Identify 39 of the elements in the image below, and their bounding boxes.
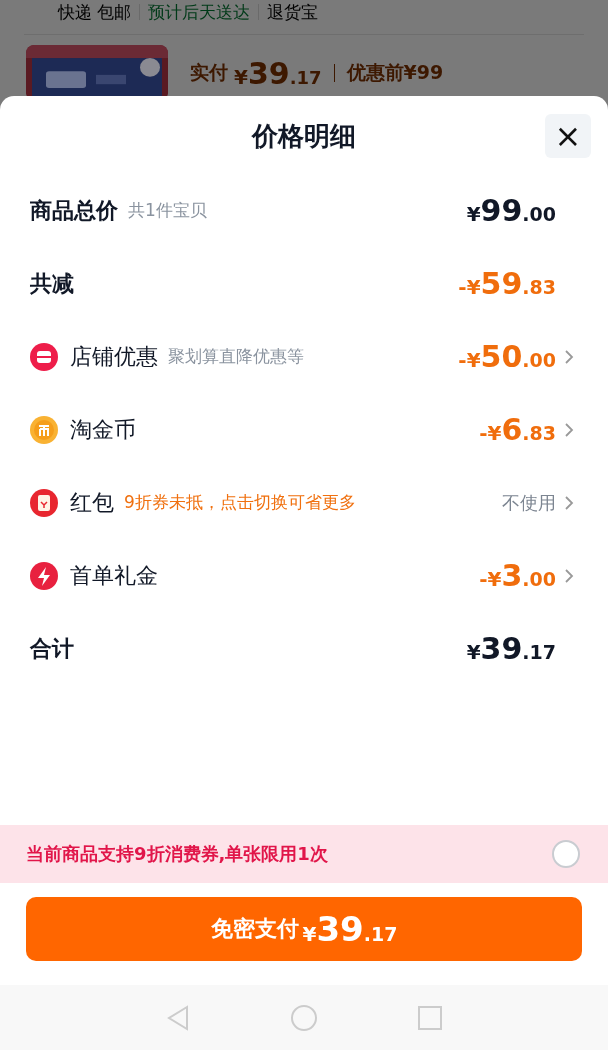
row-note: 9折券未抵，点击切换可省更多 xyxy=(124,491,356,514)
row-note: 共1件宝贝 xyxy=(128,199,207,222)
delivery-text: 快递 包邮 xyxy=(58,0,132,24)
chevron-icon[interactable] xyxy=(564,348,574,365)
amount: ¥39.17 xyxy=(466,631,556,666)
amount: ¥99.00 xyxy=(466,193,556,228)
paid-label: 实付 xyxy=(190,60,228,85)
amount: -¥6.83 xyxy=(479,412,556,447)
amount: -¥50.00 xyxy=(458,339,556,374)
amount: -¥59.83 xyxy=(458,266,556,301)
envelope-icon xyxy=(30,488,58,517)
row-label: 淘金币 xyxy=(70,415,136,444)
chevron-icon[interactable] xyxy=(564,421,574,438)
row-note: 聚划算直降优惠等 xyxy=(168,345,304,368)
row-action[interactable]: 不使用 xyxy=(502,490,556,515)
radio-button[interactable] xyxy=(552,840,580,868)
delivery-text: 退货宝 xyxy=(267,0,319,24)
row-label: 红包 xyxy=(70,488,114,517)
row-label: 店铺优惠 xyxy=(70,342,158,371)
back-icon[interactable] xyxy=(166,1003,190,1032)
recents-icon[interactable] xyxy=(418,1005,442,1030)
row-label: 共减 xyxy=(30,269,74,298)
home-icon[interactable] xyxy=(290,1003,318,1032)
chevron-icon[interactable] xyxy=(564,567,574,584)
pay-button[interactable]: 免密支付 ¥39.17 xyxy=(26,897,582,961)
row-label: 首单礼金 xyxy=(70,561,158,590)
paid-price: ¥39.17 xyxy=(234,55,322,91)
row-label: 商品总价 xyxy=(30,196,118,225)
amount: -¥3.00 xyxy=(479,558,556,593)
coin-icon xyxy=(30,415,58,444)
close-button[interactable]: × xyxy=(545,114,591,158)
chevron-icon[interactable] xyxy=(564,494,574,511)
lightning-icon xyxy=(30,561,58,590)
delivery-text: 预计后天送达 xyxy=(148,0,251,24)
coupon-text: 当前商品支持9折消费券,单张限用1次 xyxy=(26,842,328,866)
shop-icon xyxy=(30,342,58,371)
row-label: 合计 xyxy=(30,634,74,663)
sheet-title: 价格明细 xyxy=(252,119,356,153)
original-price: 优惠前¥99 xyxy=(346,60,444,85)
